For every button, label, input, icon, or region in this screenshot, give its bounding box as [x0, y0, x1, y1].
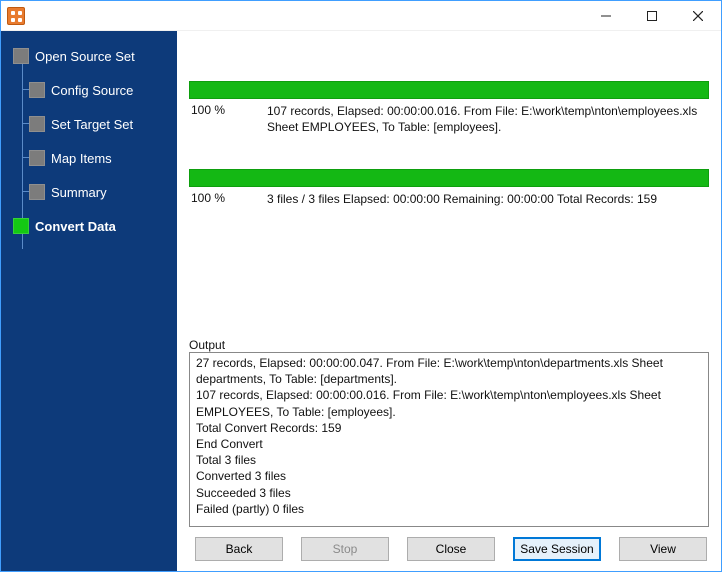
sidebar-item-label: Set Target Set: [51, 117, 133, 132]
output-label: Output: [189, 332, 709, 352]
file-progress-bar: [189, 81, 709, 99]
sidebar-item-map-items[interactable]: Map Items: [29, 147, 171, 169]
stop-button: Stop: [301, 537, 389, 561]
minimize-button[interactable]: [583, 1, 629, 31]
maximize-icon: [647, 11, 657, 21]
wizard-sidebar: Open Source Set Config Source Set Target…: [1, 31, 177, 571]
output-line: Total Convert Records: 159: [196, 420, 702, 436]
output-line: 27 records, Elapsed: 00:00:00.047. From …: [196, 355, 702, 387]
output-log[interactable]: 27 records, Elapsed: 00:00:00.047. From …: [189, 352, 709, 527]
output-line: Succeeded 3 files: [196, 485, 702, 501]
step-icon-active: [13, 218, 29, 234]
step-icon: [29, 116, 45, 132]
sidebar-item-label: Map Items: [51, 151, 112, 166]
output-line: Failed (partly) 0 files: [196, 501, 702, 517]
total-progress-percent: 100 %: [189, 191, 267, 205]
minimize-icon: [601, 11, 611, 21]
sidebar-item-summary[interactable]: Summary: [29, 181, 171, 203]
file-progress-detail: 107 records, Elapsed: 00:00:00.016. From…: [267, 103, 709, 135]
view-button[interactable]: View: [619, 537, 707, 561]
sidebar-item-open-source-set[interactable]: Open Source Set: [13, 45, 171, 67]
maximize-button[interactable]: [629, 1, 675, 31]
sidebar-item-label: Open Source Set: [35, 49, 135, 64]
file-progress-percent: 100 %: [189, 103, 267, 117]
sidebar-item-label: Summary: [51, 185, 107, 200]
app-window: Open Source Set Config Source Set Target…: [0, 0, 722, 572]
close-button[interactable]: Close: [407, 537, 495, 561]
save-session-button[interactable]: Save Session: [513, 537, 601, 561]
sidebar-item-convert-data[interactable]: Convert Data: [13, 215, 171, 237]
main-panel: 100 % 107 records, Elapsed: 00:00:00.016…: [177, 31, 721, 571]
total-progress-bar: [189, 169, 709, 187]
sidebar-item-set-target-set[interactable]: Set Target Set: [29, 113, 171, 135]
output-line: Total 3 files: [196, 452, 702, 468]
step-icon: [29, 184, 45, 200]
total-progress-detail: 3 files / 3 files Elapsed: 00:00:00 Rema…: [267, 191, 709, 207]
close-icon: [693, 11, 703, 21]
back-button[interactable]: Back: [195, 537, 283, 561]
step-icon: [29, 150, 45, 166]
titlebar: [1, 1, 721, 31]
sidebar-item-label: Convert Data: [35, 219, 116, 234]
step-icon: [29, 82, 45, 98]
close-window-button[interactable]: [675, 1, 721, 31]
step-icon: [13, 48, 29, 64]
sidebar-item-config-source[interactable]: Config Source: [29, 79, 171, 101]
sidebar-item-label: Config Source: [51, 83, 133, 98]
output-line: End Convert: [196, 436, 702, 452]
app-icon: [7, 7, 25, 25]
output-line: 107 records, Elapsed: 00:00:00.016. From…: [196, 387, 702, 419]
button-row: Back Stop Close Save Session View: [189, 527, 709, 561]
output-line: Converted 3 files: [196, 468, 702, 484]
